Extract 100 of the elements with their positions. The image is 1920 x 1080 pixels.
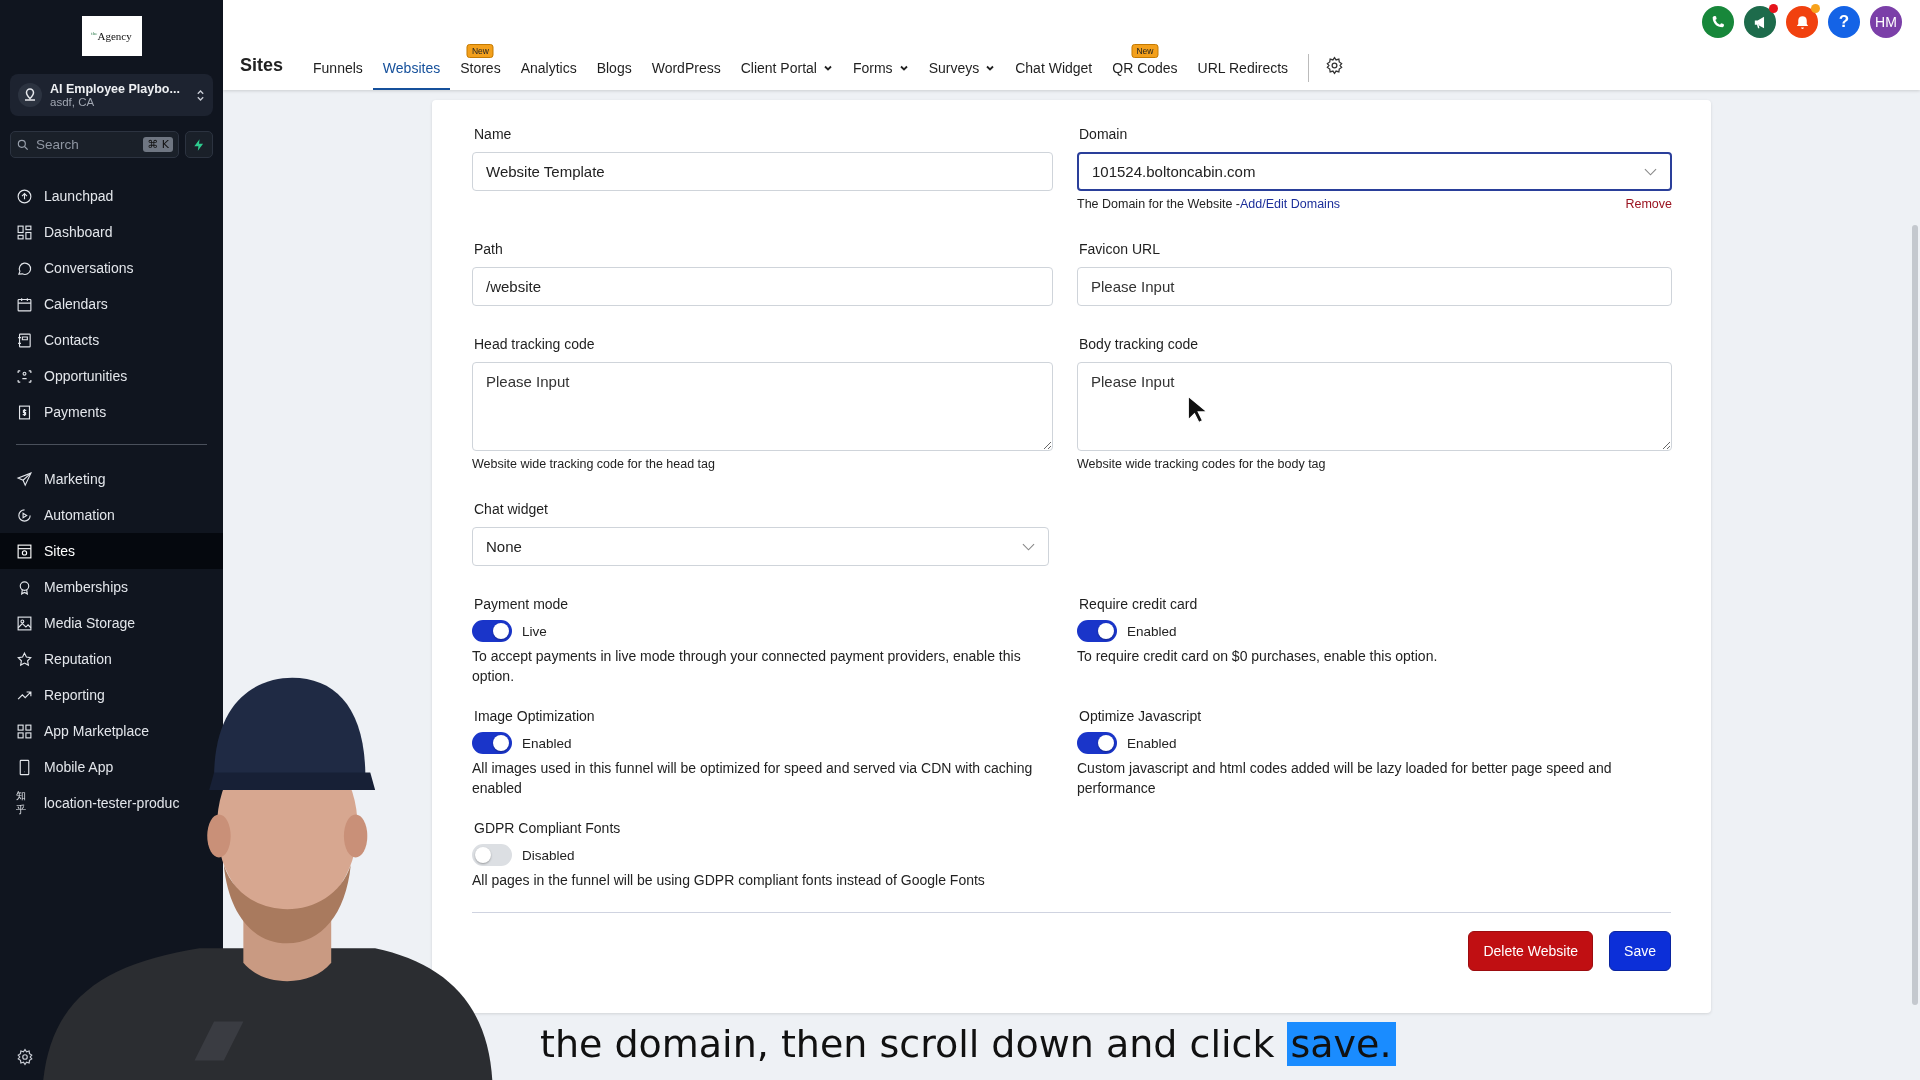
add-edit-domains-link[interactable]: Add/Edit Domains <box>1240 197 1341 211</box>
search-input[interactable]: Search <box>34 136 140 153</box>
sidebar-item[interactable]: Conversations <box>0 250 140 286</box>
phone-icon <box>1710 14 1726 30</box>
nav-tab[interactable]: Surveys <box>918 42 1006 90</box>
remove-link[interactable]: Remove <box>1625 197 1672 211</box>
toggle-state-label: Disabled <box>522 847 575 863</box>
quick-action-button[interactable] <box>185 131 213 158</box>
toggle-state-label: Enabled <box>1127 623 1177 639</box>
field-description: All pages in the funnel will be using GDPR compliant fonts instead of Google Fonts <box>472 871 986 890</box>
toggle-switch[interactable] <box>1077 620 1117 642</box>
delete-button[interactable]: Delete Website <box>1468 931 1594 971</box>
nav-tab[interactable]: Websites <box>372 42 451 90</box>
network-icon <box>16 367 33 385</box>
agency-logo: $^{the}$Agency <box>81 16 142 56</box>
location-address: asdf, CA <box>50 96 96 108</box>
help-button[interactable]: ? <box>1828 6 1860 38</box>
toggle-state-label: Live <box>522 623 547 639</box>
nav-tab[interactable]: Funnels <box>303 42 373 90</box>
nav-tab[interactable]: New QR Codes <box>1102 42 1188 90</box>
sidebar-item[interactable]: Marketing <box>0 461 112 497</box>
chevron-down-icon <box>1022 542 1035 551</box>
page-title: Sites <box>240 55 284 76</box>
sidebar-item[interactable]: App Marketplace <box>0 713 156 749</box>
sidebar-item[interactable]: Automation <box>0 497 121 533</box>
video-caption: the domain, then scroll down and click save. <box>540 1022 1396 1066</box>
text-field[interactable]: /website <box>472 267 1053 306</box>
toggle-switch[interactable] <box>472 844 512 866</box>
sidebar-item[interactable]: Sites <box>0 533 223 569</box>
text-field[interactable]: Please Input <box>1077 267 1672 306</box>
nav-tab[interactable]: URL Redirects <box>1187 42 1299 90</box>
chevron-down-icon <box>1644 167 1657 176</box>
nav-tab[interactable]: WordPress <box>641 42 731 90</box>
address-book-icon <box>16 331 33 349</box>
field-label: Path <box>473 241 504 257</box>
toggle-switch[interactable] <box>472 732 512 754</box>
sidebar-item[interactable]: Dashboard <box>0 214 119 250</box>
save-button[interactable]: Save <box>1609 931 1671 971</box>
new-badge: New <box>1131 44 1159 58</box>
sidebar-item[interactable]: Calendars <box>0 286 114 322</box>
grid-icon <box>16 223 33 241</box>
dropdown-field[interactable]: None <box>472 527 1049 566</box>
nav-tab[interactable]: New Stores <box>450 42 511 90</box>
field-description: All images used in this funnel will be optimized for speed and served via CDN with caching enabled <box>472 759 1034 798</box>
text-field[interactable]: Website Template <box>472 152 1053 191</box>
nav-tab[interactable]: Analytics <box>510 42 587 90</box>
sidebar-item[interactable]: Reputation <box>0 641 118 677</box>
field-label: GDPR Compliant Fonts <box>473 820 622 836</box>
browser-window-icon <box>16 542 33 560</box>
toggle-switch[interactable] <box>1077 732 1117 754</box>
location-switcher[interactable]: AI Employee Playbo... asdf, CA <box>10 74 213 116</box>
lightning-icon <box>192 137 206 152</box>
star-icon <box>16 650 33 668</box>
field-label: Image Optimization <box>473 708 596 724</box>
sidebar-item[interactable]: Launchpad <box>0 178 120 214</box>
field-label: Head tracking code <box>473 336 596 352</box>
textarea-field[interactable]: Please Input <box>1077 362 1672 451</box>
sidebar-item[interactable]: Media Storage <box>0 605 142 641</box>
helper-text: The Domain for the Website -Add/Edit Domains <box>1077 197 1341 211</box>
nav-tab[interactable]: Chat Widget <box>1005 42 1103 90</box>
toggle-state-label: Enabled <box>522 735 572 751</box>
field-label: Name <box>473 126 513 142</box>
phone-button[interactable] <box>1702 6 1734 38</box>
upload-circle-icon <box>16 187 33 205</box>
nav-tab[interactable]: Client Portal <box>730 42 843 90</box>
sidebar-item[interactable]: Opportunities <box>0 358 134 394</box>
calendar-icon <box>16 295 33 313</box>
chevron-up-down-icon <box>196 87 205 103</box>
toggle-switch[interactable] <box>472 620 512 642</box>
play-circle-icon <box>16 506 33 524</box>
nav-tab[interactable]: Forms <box>842 42 919 90</box>
sidebar-item[interactable]: Payments <box>0 394 113 430</box>
sidebar-item[interactable]: Contacts <box>0 322 106 358</box>
field-label: Payment mode <box>473 596 570 612</box>
chat-bubble-icon <box>16 259 33 277</box>
sidebar-item[interactable]: 知乎 location-tester-produc <box>0 785 186 821</box>
nav-tab[interactable]: Blogs <box>586 42 642 90</box>
location-name: AI Employee Playbo... <box>50 82 181 96</box>
image-icon <box>16 614 33 632</box>
notifications-button[interactable] <box>1786 6 1818 38</box>
scrollbar-thumb[interactable] <box>1912 225 1918 1005</box>
sidebar-item[interactable]: Mobile App <box>0 749 120 785</box>
settings-icon[interactable] <box>1325 56 1345 75</box>
grid-icon <box>16 722 33 740</box>
textarea-field[interactable]: Please Input <box>472 362 1053 451</box>
search-icon <box>16 137 30 152</box>
search-field[interactable]: Search ⌘ K <box>10 131 179 158</box>
announcement-button[interactable] <box>1744 6 1776 38</box>
sidebar-item[interactable]: Memberships <box>0 569 135 605</box>
settings-icon[interactable] <box>16 1048 34 1066</box>
sidebar-item[interactable]: Reporting <box>0 677 111 713</box>
user-avatar[interactable]: HM <box>1870 6 1902 38</box>
field-label: Chat widget <box>473 501 549 517</box>
field-label: Favicon URL <box>1078 241 1161 257</box>
helper-text: Website wide tracking code for the head tag <box>472 457 715 471</box>
icon-glyph: 知乎 <box>16 789 27 817</box>
dropdown-field[interactable]: 101524.boltoncabin.com <box>1077 152 1672 191</box>
field-label: Optimize Javascript <box>1078 708 1203 724</box>
send-icon <box>16 470 33 488</box>
field-description: To accept payments in live mode through your connected payment providers, enable this option. <box>472 647 1022 686</box>
